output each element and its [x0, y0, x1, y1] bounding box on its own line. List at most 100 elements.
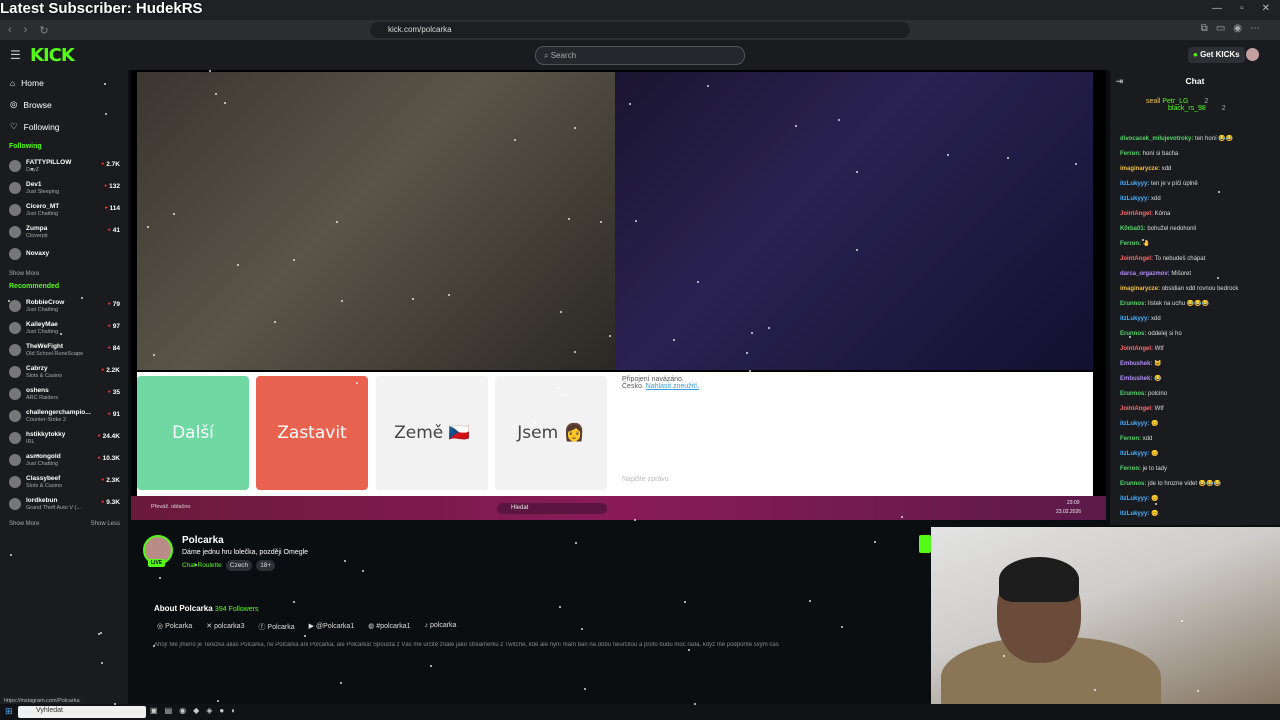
profile-icon[interactable]: ◉ — [1233, 23, 1242, 34]
chat-username[interactable]: K0rba01: — [1120, 226, 1146, 232]
windows-search-input[interactable]: Vyhledat — [18, 706, 146, 718]
app-icon-2[interactable]: ◈ — [206, 706, 212, 715]
chat-text: je to tady — [1142, 466, 1168, 472]
sidebar-channel-recommended[interactable]: hstikkytokkyIRL 24.4K — [0, 427, 128, 449]
forward-icon[interactable]: › — [24, 24, 28, 37]
chat-username[interactable]: Ferron: — [1120, 436, 1141, 442]
chat-username[interactable]: Erunnos: — [1120, 331, 1146, 337]
chat-username[interactable]: Embushek: — [1120, 376, 1152, 382]
social-link[interactable]: ⓕ Polcarka — [258, 622, 294, 632]
chat-username[interactable]: imaginaryczе: — [1120, 166, 1160, 172]
taskbar-search: Hledat — [497, 503, 607, 514]
chat-username[interactable]: Erunnos: — [1120, 301, 1146, 307]
chat-username[interactable]: JointAngel: — [1120, 346, 1153, 352]
sidebar-channel-recommended[interactable]: asmongoldJust Chatting 10.3K — [0, 449, 128, 471]
get-kicks-button[interactable]: ● Get KICKs — [1188, 47, 1245, 63]
chat-username[interactable]: itzLukyyy: — [1120, 496, 1149, 502]
user-avatar[interactable] — [1246, 48, 1259, 61]
chat-username[interactable]: imaginaryczе: — [1120, 286, 1160, 292]
hamburger-menu-icon[interactable]: ☰ — [10, 48, 21, 62]
show-more-recommended[interactable]: Show More — [9, 521, 39, 527]
video-player[interactable]: Další Zastavit Země 🇨🇿 Jsem 👩 Připojení … — [131, 70, 1106, 520]
channel-name: Dev1 — [26, 180, 42, 188]
category-link[interactable]: Chat Roulette — [182, 560, 222, 571]
channel-avatar — [9, 454, 21, 466]
close-icon[interactable]: ✕ — [1262, 3, 1270, 14]
collapse-chat-icon[interactable]: ⇥ — [1116, 76, 1123, 87]
next-button[interactable]: Další — [137, 376, 249, 490]
social-link[interactable]: ▶ @Polcarka1 — [309, 622, 355, 632]
tag-czech[interactable]: Czech — [225, 560, 253, 571]
social-link[interactable]: ◍ #polcarka1 — [368, 622, 410, 632]
url-field[interactable]: kick.com/polcarka — [370, 22, 910, 38]
message-input[interactable]: Napište zprávu — [622, 476, 669, 483]
chat-username[interactable]: darca_orgazmov: — [1120, 271, 1170, 277]
viewer-count: 9.3K — [101, 499, 120, 506]
show-more-following[interactable]: Show More — [9, 271, 39, 277]
social-link[interactable]: ◎ Polcarka — [157, 622, 192, 632]
file-explorer-icon[interactable]: ▤ — [165, 706, 173, 715]
sidebar-channel-recommended[interactable]: ClassybeefSlots & Casino 2.3K — [0, 471, 128, 493]
social-link[interactable]: ♪ polcarka — [425, 622, 457, 632]
chat-username[interactable]: Ferron: — [1120, 466, 1141, 472]
nav-following[interactable]: ♡ Following — [10, 121, 128, 132]
app-icon-4[interactable]: ◐ — [231, 706, 236, 715]
chat-username[interactable]: Erunnos: — [1120, 391, 1146, 397]
chat-username[interactable]: Ferron: — [1120, 151, 1141, 157]
minimize-icon[interactable]: — — [1212, 3, 1222, 14]
nav-home[interactable]: ⌂ Home — [10, 78, 128, 88]
sidebar-channel-following[interactable]: ZumpaCloverpit 41 — [0, 221, 128, 243]
chat-username[interactable]: Erunnos: — [1120, 481, 1146, 487]
reload-icon[interactable]: ↻ — [39, 24, 48, 37]
kick-logo[interactable]: KICK — [30, 45, 75, 66]
maximize-icon[interactable]: ▫ — [1240, 3, 1244, 14]
sidebar-channel-recommended[interactable]: RobbieCrowJust Chatting 79 — [0, 295, 128, 317]
show-less-recommended[interactable]: Show Less — [91, 521, 120, 527]
chat-username[interactable]: itzLukyyy: — [1120, 511, 1149, 517]
report-abuse-link[interactable]: Nahlásit zneužití. — [646, 383, 699, 390]
sidebar-channel-following[interactable]: FATTYPILLOWDayZ2.7K — [0, 155, 128, 177]
chat-username[interactable]: itzLukyyy: — [1120, 451, 1149, 457]
chat-username[interactable]: divocacek_milujevotroky: — [1120, 136, 1193, 142]
channel-name: RobbieCrow — [26, 298, 65, 306]
extension-icon[interactable]: ⧉ — [1201, 23, 1208, 34]
chat-username[interactable]: JointAngel: — [1120, 211, 1153, 217]
chat-username[interactable]: itzLukyyy: — [1120, 316, 1149, 322]
sidebar-channel-following[interactable]: Novaxy — [0, 243, 128, 265]
task-view-icon[interactable]: ▣ — [150, 706, 158, 715]
sidebar-channel-recommended[interactable]: challengerchampio...Counter-Strike 2 91 — [0, 405, 128, 427]
sidebar-channel-following[interactable]: Cicero_MTJust Chatting 114 — [0, 199, 128, 221]
chat-username[interactable]: JointAngel: — [1120, 406, 1153, 412]
menu-icon[interactable]: ⋯ — [1250, 23, 1260, 34]
chat-username[interactable]: Embushek: — [1120, 361, 1152, 367]
sidebar-icon[interactable]: ▭ — [1216, 23, 1225, 34]
sidebar-channel-recommended[interactable]: oshensARC Raiders 35 — [0, 383, 128, 405]
country-button[interactable]: Země 🇨🇿 — [376, 376, 488, 490]
sidebar-channel-recommended[interactable]: lordkebunGrand Theft Auto V (... 9.3K — [0, 493, 128, 515]
viewer-count: 35 — [108, 389, 120, 396]
stop-button[interactable]: Zastavit — [256, 376, 368, 490]
sidebar-channel-recommended[interactable]: KaileyMaeJust Chatting 97 — [0, 317, 128, 339]
search-input[interactable]: ⌕ Search — [535, 46, 745, 65]
chat-username[interactable]: itzLukyyy: — [1120, 181, 1149, 187]
follow-button[interactable] — [919, 535, 931, 553]
app-icon[interactable]: ◆ — [193, 706, 199, 715]
social-link[interactable]: ✕ polcarka3 — [206, 622, 244, 632]
tag-18plus[interactable]: 18+ — [256, 560, 276, 571]
chat-username[interactable]: Ferron: — [1120, 241, 1141, 247]
channel-category: ARC Raiders — [26, 394, 59, 401]
app-icon-3[interactable]: ● — [219, 706, 224, 715]
channel-name[interactable]: Polcarka — [182, 535, 224, 546]
chat-username[interactable]: itzLukyyy: — [1120, 196, 1149, 202]
sidebar-channel-recommended[interactable]: TheWeFightOld School RuneScape 84 — [0, 339, 128, 361]
chat-username[interactable]: itzLukyyy: — [1120, 421, 1149, 427]
browser-icon[interactable]: ◉ — [179, 706, 186, 715]
gender-button[interactable]: Jsem 👩 — [495, 376, 607, 490]
nav-browse[interactable]: ◎ Browse — [10, 99, 128, 110]
back-icon[interactable]: ‹ — [8, 24, 12, 37]
sidebar-channel-following[interactable]: Dev1Just Sleeping 132 — [0, 177, 128, 199]
sidebar-channel-recommended[interactable]: CabrzySlots & Casino 2.2K — [0, 361, 128, 383]
chat-text: xdd — [1142, 436, 1153, 442]
chat-username[interactable]: JointAngel: — [1120, 256, 1153, 262]
windows-start-icon[interactable]: ⊞ — [5, 706, 13, 717]
